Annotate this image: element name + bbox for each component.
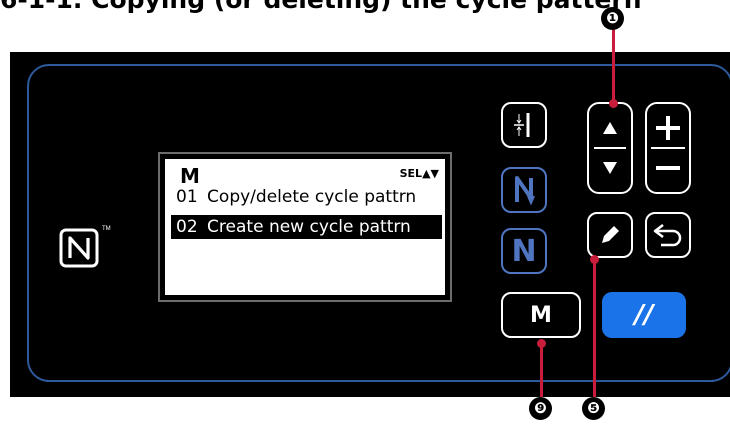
- callout-number-edit: ❺: [582, 397, 605, 420]
- m-button-label: M: [530, 302, 552, 328]
- return-button[interactable]: [645, 212, 691, 258]
- needle-position-icon: [514, 113, 530, 137]
- lcd-list-item-selected[interactable]: 02 Create new cycle pattrn: [171, 215, 442, 239]
- lcd-screen: M SEL▲▼ 01 Copy/delete cycle pattrn 02 C…: [158, 152, 452, 302]
- header-text: 6-1-1. Copying (or deleting) the cycle p…: [0, 0, 642, 13]
- nfc-trademark: TM: [102, 226, 111, 232]
- nfc-icon: [59, 228, 99, 268]
- reset-button[interactable]: //: [602, 292, 686, 338]
- pencil-icon: [602, 226, 619, 243]
- lcd-item-number: 02: [176, 217, 198, 237]
- n-stitch-button[interactable]: [501, 167, 547, 213]
- lcd-item-label: Copy/delete cycle pattrn: [207, 187, 417, 207]
- plus-minus-button[interactable]: [645, 102, 691, 194]
- edit-button[interactable]: [587, 212, 633, 258]
- callout-line: [540, 343, 543, 397]
- m-button[interactable]: M: [501, 292, 581, 338]
- lcd-item-number: 01: [176, 187, 198, 207]
- lcd-list-item[interactable]: 01 Copy/delete cycle pattrn: [176, 185, 416, 209]
- lcd-item-label: Create new cycle pattrn: [207, 217, 411, 237]
- callout-line: [612, 28, 615, 102]
- plus-minus-icon: [651, 116, 685, 170]
- callout-number-m: ❾: [529, 397, 552, 420]
- needle-position-button[interactable]: [501, 102, 547, 148]
- operation-panel: TM M SEL▲▼ 01 Copy/delete cycle pattrn 0…: [10, 52, 730, 397]
- n-button-label: N: [511, 233, 537, 269]
- callout-line: [593, 259, 596, 397]
- lcd-display: M SEL▲▼ 01 Copy/delete cycle pattrn 02 C…: [165, 159, 445, 295]
- lcd-select-hint: SEL▲▼: [399, 167, 439, 180]
- up-down-icon: [594, 122, 626, 174]
- callout-number-up-down: ❶: [601, 7, 624, 30]
- reset-button-label: //: [634, 300, 654, 330]
- n-reverse-icon: [515, 176, 535, 206]
- n-button[interactable]: N: [501, 228, 547, 274]
- return-icon: [653, 224, 682, 247]
- up-down-button[interactable]: [587, 102, 633, 194]
